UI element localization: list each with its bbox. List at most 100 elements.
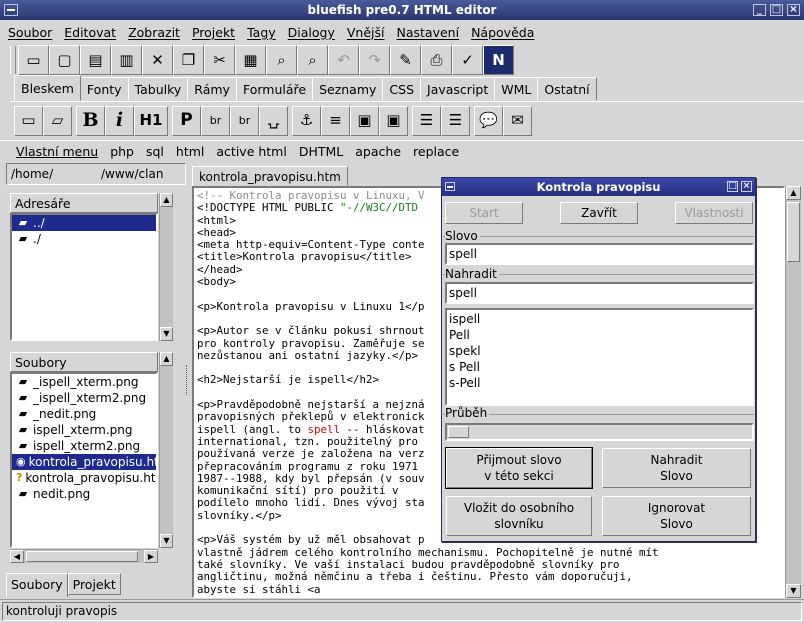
- heading-button[interactable]: H1: [134, 105, 168, 136]
- undo-button[interactable]: ↶: [328, 45, 359, 75]
- list-item[interactable]: Pell: [447, 327, 752, 343]
- word-field[interactable]: spell: [445, 243, 754, 265]
- thumbnail-button[interactable]: ▣: [379, 105, 408, 136]
- menu-zobrazit[interactable]: Zobrazit: [122, 25, 186, 40]
- menu-editovat[interactable]: Editovat: [58, 25, 122, 40]
- path-selector[interactable]: /home/ /www/clan: [6, 163, 186, 185]
- horizontal-rule-button[interactable]: ≡: [321, 105, 350, 136]
- window-menu-icon[interactable]: [4, 4, 18, 16]
- list-item[interactable]: ▰ _ispell_xterm.png: [12, 374, 156, 390]
- files-header[interactable]: Soubory: [10, 352, 158, 372]
- custom-menu-sql[interactable]: sql: [140, 144, 170, 159]
- list-item[interactable]: ispell: [447, 311, 752, 327]
- custom-menu-html[interactable]: html: [170, 144, 210, 159]
- spell-check-button[interactable]: ✓: [452, 45, 483, 75]
- tab-formulare[interactable]: Formuláře: [235, 77, 314, 101]
- tab-projekt[interactable]: Projekt: [67, 573, 121, 595]
- custom-menu-vlastni[interactable]: Vlastní menu: [10, 144, 104, 159]
- add-to-dictionary-button[interactable]: Vložit do osobního slovníku: [446, 496, 592, 536]
- bold-button[interactable]: B: [76, 105, 105, 136]
- dirs-header[interactable]: Adresáře: [10, 193, 158, 213]
- minimize-icon[interactable]: _: [753, 4, 766, 16]
- align-center-button[interactable]: ☰: [412, 105, 441, 136]
- list-item[interactable]: ▰ nedit.png: [12, 486, 156, 502]
- custom-menu-php[interactable]: php: [104, 144, 140, 159]
- quickstart-button[interactable]: ▭: [14, 105, 43, 136]
- replace-field[interactable]: spell: [445, 282, 754, 304]
- dialog-title-bar[interactable]: Kontrola pravopisu □ ×: [442, 178, 755, 196]
- list-item[interactable]: ▰ _nedit.png: [12, 406, 156, 422]
- nbsp-button[interactable]: ⍽: [259, 105, 288, 136]
- copy-button[interactable]: ❐: [173, 45, 204, 75]
- files-scrollbar[interactable]: ▲ ▼: [159, 352, 173, 548]
- scroll-up-icon[interactable]: ▲: [160, 352, 173, 366]
- paste-button[interactable]: ▦: [235, 45, 266, 75]
- tab-tabulky[interactable]: Tabulky: [127, 77, 189, 101]
- redo-button[interactable]: ↷: [359, 45, 390, 75]
- comment-button[interactable]: 💬: [474, 105, 503, 136]
- tab-fonty[interactable]: Fonty: [79, 77, 129, 101]
- tab-wml[interactable]: WML: [494, 77, 539, 101]
- list-item[interactable]: ▰ ./: [12, 231, 156, 247]
- scroll-up-icon[interactable]: ▲: [786, 186, 801, 200]
- italic-button[interactable]: i: [105, 105, 134, 136]
- tab-ramy[interactable]: Rámy: [187, 77, 237, 101]
- scroll-thumb[interactable]: [26, 551, 138, 562]
- line-break-button[interactable]: br: [201, 105, 230, 136]
- tab-javascript[interactable]: Javascript: [420, 77, 496, 101]
- document-tab[interactable]: kontrola_pravopisu.htm: [192, 166, 348, 186]
- close-button[interactable]: Zavřít: [560, 202, 638, 224]
- list-item[interactable]: spekl: [447, 343, 752, 359]
- email-button[interactable]: ✉: [503, 105, 532, 136]
- close-icon[interactable]: ×: [787, 4, 800, 16]
- print-button[interactable]: ⎙: [421, 45, 452, 75]
- scroll-down-icon[interactable]: ▼: [160, 534, 173, 548]
- netscape-preview-button[interactable]: N: [483, 45, 514, 75]
- editor-scrollbar[interactable]: ▲ ▼: [785, 186, 801, 598]
- ignore-word-button[interactable]: Ignorovat Slovo: [602, 496, 751, 536]
- scroll-left-icon[interactable]: ◀: [10, 550, 24, 563]
- search-button[interactable]: ⌕: [266, 45, 297, 75]
- scroll-thumb[interactable]: [787, 202, 800, 262]
- note-button[interactable]: ▱: [43, 105, 72, 136]
- start-button[interactable]: Start: [445, 202, 523, 224]
- menu-tagy[interactable]: Tagy: [241, 25, 282, 40]
- accept-word-button[interactable]: Přijmout slovo v této sekci: [445, 447, 593, 489]
- custom-menu-dhtml[interactable]: DHTML: [293, 144, 349, 159]
- replace-button[interactable]: ⌕: [297, 45, 328, 75]
- tab-bleskem[interactable]: Bleskem: [14, 75, 81, 101]
- list-item[interactable]: ◉ kontrola_pravopisu.htm: [12, 454, 156, 470]
- list-item[interactable]: ▰ _ispell_xterm2.png: [12, 390, 156, 406]
- dialog-maximize-icon[interactable]: □: [727, 181, 738, 192]
- custom-menu-apache[interactable]: apache: [349, 144, 407, 159]
- list-item[interactable]: ▰ ispell_xterm2.png: [12, 438, 156, 454]
- menu-napoveda[interactable]: Nápověda: [465, 25, 540, 40]
- new-file-button[interactable]: ▭: [18, 45, 49, 75]
- scroll-right-icon[interactable]: ▶: [144, 550, 158, 563]
- menu-vnejsi[interactable]: Vnější: [341, 25, 391, 40]
- cut-button[interactable]: ✂: [204, 45, 235, 75]
- code-line[interactable]: href="ftp://ftp.vslib.cz/pub/unix/ispell…: [197, 595, 783, 596]
- scroll-down-icon[interactable]: ▼: [786, 584, 801, 598]
- break-clear-button[interactable]: br: [230, 105, 259, 136]
- custom-menu-replace[interactable]: replace: [407, 144, 465, 159]
- pane-resize-handle[interactable]: [186, 365, 190, 395]
- scroll-up-icon[interactable]: ▲: [160, 193, 173, 207]
- list-item[interactable]: ▰ ispell_xterm.png: [12, 422, 156, 438]
- maximize-icon[interactable]: □: [770, 4, 783, 16]
- toolbar-grip[interactable]: [10, 46, 16, 74]
- replace-word-button[interactable]: Nahradit Slovo: [602, 448, 751, 488]
- list-item[interactable]: ? kontrola_pravopisu.htm: [12, 470, 156, 486]
- tab-seznamy[interactable]: Seznamy: [312, 77, 384, 101]
- save-as-button[interactable]: ▥: [111, 45, 142, 75]
- tab-ostatni[interactable]: Ostatní: [537, 77, 597, 101]
- save-file-button[interactable]: ▤: [80, 45, 111, 75]
- menu-soubor[interactable]: Soubor: [2, 25, 58, 40]
- properties-button[interactable]: Vlastnosti: [675, 202, 753, 224]
- edit-tag-button[interactable]: ✎: [390, 45, 421, 75]
- list-item[interactable]: s Pell: [447, 359, 752, 375]
- list-item[interactable]: ▰ ../: [12, 215, 156, 231]
- files-hscrollbar[interactable]: ◀ ▶: [10, 549, 158, 563]
- dialog-menu-icon[interactable]: [445, 182, 455, 191]
- close-file-button[interactable]: ✕: [142, 45, 173, 75]
